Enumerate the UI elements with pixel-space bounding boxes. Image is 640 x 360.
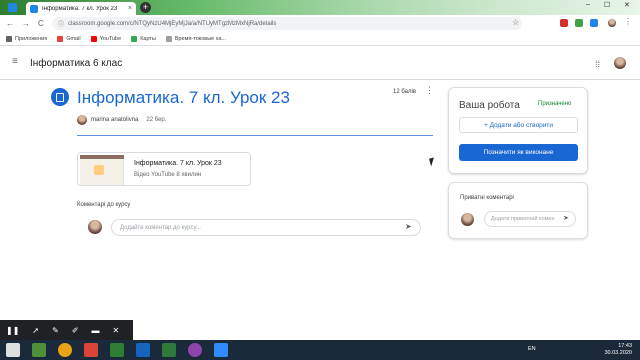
bookmark-label: YouTube <box>99 35 122 42</box>
class-comment-input[interactable]: Додайте коментар до курсу... <box>111 219 421 236</box>
windows-taskbar: EN 17:43 30.03.2020 <box>0 340 640 360</box>
send-comment-icon[interactable]: ➤ <box>405 222 412 231</box>
pointer-icon[interactable]: ➚ <box>32 326 39 335</box>
extension-icon[interactable] <box>590 19 598 27</box>
points-label: 12 балів <box>393 89 416 95</box>
assignment-author: marina anatolivna 22 бер. <box>77 115 166 125</box>
taskbar-app-icon[interactable] <box>32 343 46 357</box>
bookmark-maps[interactable]: Карты <box>131 35 156 42</box>
taskbar-app-icon[interactable] <box>136 343 150 357</box>
browser-toolbar: ← → C ⓘ classroom.google.com/c/NTQyNzU4M… <box>0 15 640 32</box>
url-text: classroom.google.com/c/NTQyNzU4MjEyMjJa/… <box>68 20 277 27</box>
google-apps-icon[interactable]: ⁞⁞ <box>595 59 600 69</box>
start-button-icon[interactable] <box>6 343 20 357</box>
bookmark-star-icon[interactable]: ☆ <box>512 18 519 27</box>
private-comments-card: Приватні коментарі Додати приватний коме… <box>448 182 588 239</box>
language-indicator[interactable]: EN <box>528 346 536 352</box>
gmail-icon <box>57 35 64 42</box>
adblock-extension-icon[interactable] <box>560 19 568 27</box>
your-work-title: Ваша робота <box>459 100 520 111</box>
pen-icon[interactable]: ✎ <box>52 326 59 335</box>
browser-menu-icon[interactable]: ⋮ <box>624 17 632 26</box>
title-divider <box>77 135 433 136</box>
maps-icon <box>131 35 138 42</box>
mouse-cursor-icon <box>429 157 436 167</box>
bookmark-label: Карты <box>140 35 156 42</box>
bookmark-time-current[interactable]: Время-токовые ха... <box>165 35 227 42</box>
bookmark-apps[interactable]: Приложения <box>6 35 48 42</box>
attachment-meta: Відео YouTube 8 хвилин <box>134 172 202 178</box>
page-icon <box>165 35 172 42</box>
classroom-favicon-icon <box>30 4 38 13</box>
browser-tab-strip: Інформатика. 7 кл. Урок 23 × + – ☐ ✕ <box>0 0 640 15</box>
classroom-header: ≡ Інформатика 6 клас ⁞⁞ <box>0 46 640 80</box>
pause-icon[interactable]: ❚❚ <box>6 326 19 335</box>
bookmarks-bar: Приложения Gmail YouTube Карты Время-ток… <box>0 32 640 46</box>
main-menu-icon[interactable]: ≡ <box>12 57 18 67</box>
address-bar[interactable]: ⓘ classroom.google.com/c/NTQyNzU4MjEyMjJ… <box>52 17 522 30</box>
attachment-title: Інформатика. 7 кл. Урок 23 <box>134 160 222 167</box>
assignment-icon <box>51 88 69 106</box>
bookmark-gmail[interactable]: Gmail <box>57 35 81 42</box>
more-options-icon[interactable]: ⋮ <box>425 86 434 95</box>
video-thumbnail <box>80 155 124 185</box>
status-badge: Призначено <box>538 101 572 107</box>
mark-as-done-button[interactable]: Позначити як виконане <box>459 144 578 161</box>
user-avatar <box>88 220 102 234</box>
screen-draw-toolbar: ❚❚ ➚ ✎ ✐ ▬ ✕ <box>0 320 133 340</box>
taskbar-app-icon[interactable] <box>84 343 98 357</box>
viber-icon[interactable] <box>188 343 202 357</box>
add-or-create-button[interactable]: + Додати або створити <box>459 117 578 133</box>
bookmark-label: Время-токовые ха... <box>174 35 227 42</box>
close-window-button[interactable]: ✕ <box>624 1 630 9</box>
youtube-attachment-card[interactable]: Інформатика. 7 кл. Урок 23 Відео YouTube… <box>77 152 251 186</box>
post-date: 22 бер. <box>146 117 167 123</box>
author-avatar <box>77 115 87 125</box>
camera-icon[interactable]: ▬ <box>92 326 100 335</box>
tab-title: Інформатика. 7 кл. Урок 23 <box>42 5 118 12</box>
class-comments-label: Коментарі до курсу <box>77 202 131 208</box>
your-work-card: Ваша робота Призначено + Додати або ство… <box>448 87 588 174</box>
youtube-icon <box>90 35 97 42</box>
author-name: marina anatolivna <box>91 117 139 123</box>
extension-icon[interactable] <box>575 19 583 27</box>
assignment-title: Інформатика. 7 кл. Урок 23 <box>77 88 290 107</box>
account-avatar[interactable] <box>614 57 626 69</box>
apps-grid-icon <box>6 35 12 42</box>
user-avatar <box>461 213 474 226</box>
bookmark-youtube[interactable]: YouTube <box>90 35 122 42</box>
clock-date: 30.03.2020 <box>604 350 632 356</box>
send-private-comment-icon[interactable]: ➤ <box>563 214 569 222</box>
taskbar-app-icon[interactable] <box>162 343 176 357</box>
profile-avatar[interactable] <box>608 19 616 27</box>
tab-close-icon[interactable]: × <box>128 5 132 12</box>
zoom-icon[interactable] <box>214 343 228 357</box>
private-comments-title: Приватні коментарі <box>460 195 514 201</box>
site-info-icon[interactable]: ⓘ <box>58 19 64 28</box>
minimize-window-button[interactable]: – <box>586 1 590 8</box>
classroom-app-icon <box>8 3 17 12</box>
maximize-window-button[interactable]: ☐ <box>604 1 610 9</box>
system-clock[interactable]: 17:43 30.03.2020 <box>604 343 632 357</box>
bookmark-label: Приложения <box>15 35 48 42</box>
chrome-icon[interactable] <box>58 343 72 357</box>
close-icon[interactable]: ✕ <box>113 326 120 335</box>
forward-button[interactable]: → <box>22 19 30 28</box>
clock-time: 17:43 <box>618 343 632 349</box>
reload-button[interactable]: C <box>38 19 44 28</box>
taskbar-app-icon[interactable] <box>110 343 124 357</box>
course-title[interactable]: Інформатика 6 клас <box>30 58 122 69</box>
marker-icon[interactable]: ✐ <box>72 326 79 335</box>
new-tab-button[interactable]: + <box>140 2 151 13</box>
back-button[interactable]: ← <box>6 19 14 28</box>
browser-tab[interactable]: Інформатика. 7 кл. Урок 23 × <box>26 2 136 15</box>
bookmark-label: Gmail <box>66 35 81 42</box>
